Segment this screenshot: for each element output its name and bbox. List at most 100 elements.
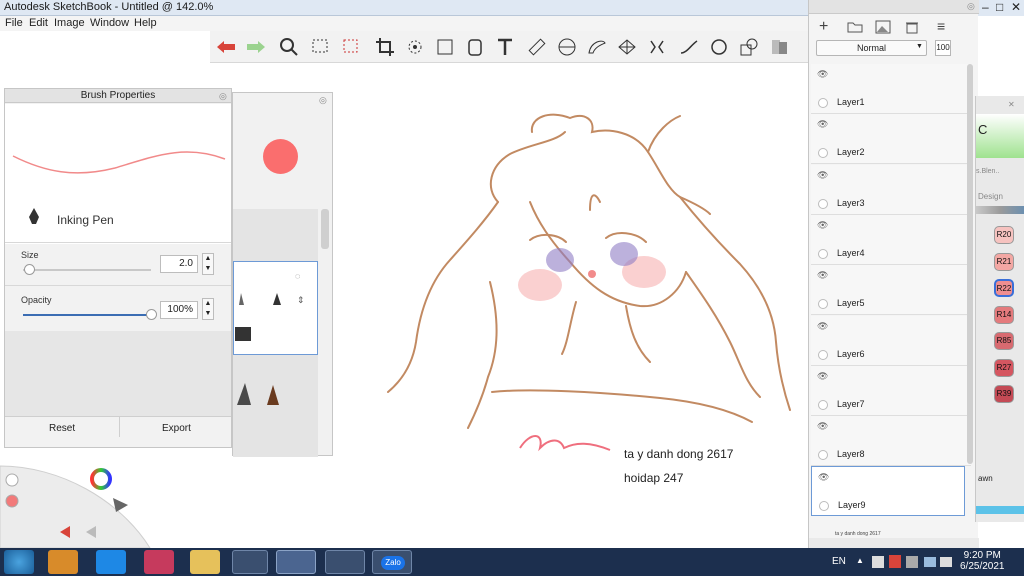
line-icon[interactable]: [678, 36, 700, 58]
menu-window[interactable]: Window: [90, 17, 129, 29]
blend-mode-select[interactable]: Normal ▼: [816, 40, 927, 56]
distort-icon[interactable]: [434, 36, 456, 58]
opacity-input[interactable]: 100%: [160, 301, 198, 319]
paint-icon[interactable]: [325, 550, 365, 574]
export-button[interactable]: Export: [162, 423, 191, 434]
eye-icon[interactable]: 👁: [817, 119, 828, 130]
layer-scrollbar[interactable]: [967, 64, 973, 464]
size-slider-thumb[interactable]: [24, 264, 36, 275]
copic-swatch[interactable]: R20: [994, 226, 1014, 244]
layer-row[interactable]: 👁 Layer4: [811, 214, 971, 265]
redo-icon[interactable]: [245, 36, 267, 58]
snipping-tool-icon[interactable]: [144, 550, 174, 574]
eye-icon[interactable]: 👁: [817, 69, 828, 80]
size-spinner[interactable]: ▲ ▼: [202, 253, 214, 275]
fill-icon[interactable]: [464, 36, 486, 58]
ie-icon[interactable]: [96, 550, 126, 574]
text-icon[interactable]: [494, 36, 516, 58]
layer-row[interactable]: 👁 Layer1: [811, 64, 971, 114]
canvas-artwork[interactable]: [380, 92, 800, 472]
size-input[interactable]: 2.0: [160, 255, 198, 273]
layer-select-radio[interactable]: [818, 98, 828, 108]
menu-icon[interactable]: ≡: [937, 18, 945, 34]
start-button[interactable]: [4, 550, 34, 574]
tray-icon-2[interactable]: [906, 556, 918, 568]
folder-icon[interactable]: [847, 21, 863, 33]
french-curve-icon[interactable]: [586, 36, 608, 58]
tray-icon-1[interactable]: [872, 556, 884, 568]
eye-icon[interactable]: 👁: [818, 472, 829, 483]
eye-icon[interactable]: 👁: [817, 170, 828, 181]
layer-select-radio[interactable]: [818, 450, 828, 461]
crop-icon[interactable]: [374, 36, 396, 58]
opacity-spinner[interactable]: ▲ ▼: [202, 298, 214, 320]
menu-image[interactable]: Image: [54, 17, 85, 29]
eye-icon[interactable]: 👁: [817, 270, 828, 281]
sketchbook-icon[interactable]: [276, 550, 316, 574]
copic-icon[interactable]: [768, 36, 790, 58]
layer-row[interactable]: 👁 Layer2: [811, 114, 971, 165]
copic-swatch[interactable]: R14: [994, 305, 1014, 324]
layer-row[interactable]: 👁 Layer8: [811, 416, 971, 467]
layer-select-radio[interactable]: [818, 299, 828, 310]
layer-row[interactable]: 👁 Layer9: [811, 466, 965, 517]
menu-file[interactable]: File: [5, 17, 23, 29]
layer-row[interactable]: 👁 Layer5: [811, 265, 971, 316]
eye-icon[interactable]: 👁: [817, 371, 828, 382]
perspective-icon[interactable]: [616, 36, 638, 58]
network-icon[interactable]: [924, 557, 936, 567]
circle-icon[interactable]: [708, 36, 730, 58]
chrome-icon[interactable]: [232, 550, 268, 574]
copic-swatch[interactable]: R85: [994, 332, 1014, 350]
scroll-arrows-icon[interactable]: ⇕: [297, 295, 305, 306]
language-indicator[interactable]: EN: [832, 556, 846, 567]
lasso-icon[interactable]: [340, 36, 362, 58]
minimize-icon[interactable]: –: [982, 0, 989, 14]
close-layer-panel-icon[interactable]: ◎: [967, 1, 975, 12]
undo-icon[interactable]: [215, 36, 237, 58]
maximize-icon[interactable]: □: [996, 0, 1003, 14]
close-icon[interactable]: ✕: [1011, 0, 1021, 14]
tray-expand-icon[interactable]: ▲: [856, 556, 864, 565]
layer-select-radio[interactable]: [818, 399, 828, 410]
shapes-icon[interactable]: [738, 36, 760, 58]
menu-help[interactable]: Help: [134, 17, 157, 29]
zalo-icon[interactable]: Zalo: [372, 550, 412, 574]
layer-row[interactable]: 👁 Layer7: [811, 365, 971, 416]
copic-swatch[interactable]: R39: [994, 385, 1014, 403]
copic-swatch[interactable]: R21: [994, 252, 1014, 271]
ellipse-guide-icon[interactable]: [556, 36, 578, 58]
add-layer-icon[interactable]: +: [819, 18, 828, 36]
layer-select-radio[interactable]: [818, 148, 828, 159]
close-library-icon[interactable]: ◎: [319, 95, 327, 106]
eye-icon[interactable]: 👁: [817, 220, 828, 231]
tray-icon-v[interactable]: [889, 555, 901, 568]
reset-button[interactable]: Reset: [49, 423, 75, 434]
symmetry-icon[interactable]: [646, 36, 668, 58]
trash-icon[interactable]: [905, 20, 919, 34]
layer-select-radio[interactable]: [819, 501, 829, 512]
layer-opacity-input[interactable]: 100: [935, 40, 951, 56]
layer-select-radio[interactable]: [818, 349, 828, 360]
copic-swatch[interactable]: R27: [994, 358, 1014, 377]
explorer-icon[interactable]: [190, 550, 220, 574]
zoom-icon[interactable]: [278, 36, 300, 58]
menu-edit[interactable]: Edit: [29, 17, 48, 29]
library-scrollbar[interactable]: [321, 209, 329, 249]
layer-row[interactable]: 👁 Layer3: [811, 164, 971, 215]
ruler-icon[interactable]: [526, 36, 548, 58]
opacity-slider[interactable]: [23, 314, 151, 316]
eye-icon[interactable]: 👁: [817, 321, 828, 332]
media-player-icon[interactable]: [48, 550, 78, 574]
layer-row[interactable]: 👁 Layer6: [811, 315, 971, 366]
copic-swatch[interactable]: R22: [994, 279, 1014, 297]
volume-icon[interactable]: [940, 557, 952, 567]
color-puck[interactable]: [263, 139, 298, 174]
image-layer-icon[interactable]: [875, 20, 891, 34]
size-slider[interactable]: [23, 269, 151, 271]
eye-icon[interactable]: 👁: [817, 421, 828, 432]
lagoon-menu[interactable]: [0, 448, 160, 548]
layer-select-radio[interactable]: [818, 198, 828, 209]
layer-select-radio[interactable]: [818, 248, 828, 259]
transform-icon[interactable]: [404, 36, 426, 58]
